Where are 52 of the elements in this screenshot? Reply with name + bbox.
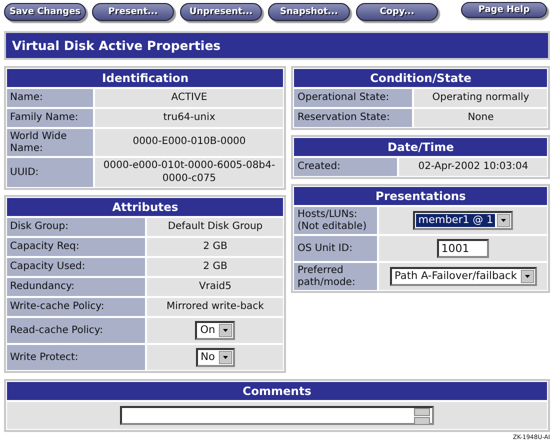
dropdown[interactable]: Path A-Failover/failback	[390, 266, 537, 286]
field-label: Reservation State:	[294, 109, 414, 127]
field-label: Created:	[294, 158, 400, 176]
field-value: Vraid5	[198, 280, 232, 294]
field-label: Operational State:	[294, 89, 414, 107]
toolbar-button[interactable]: Present...	[92, 3, 174, 21]
field-value: 2 GB	[203, 240, 228, 254]
field-label: Family Name:	[7, 109, 95, 127]
field-label: Disk Group:	[7, 218, 147, 236]
field-value: 0000-E000-010B-0000	[132, 136, 246, 149]
comments-field[interactable]	[120, 406, 434, 426]
caret-icon	[219, 324, 232, 338]
section-header: Attributes	[7, 198, 284, 216]
toolbar-button[interactable]: Snapshot...	[268, 3, 350, 21]
field-label: OS Unit ID:	[294, 236, 380, 261]
field-label: Capacity Req:	[7, 238, 147, 256]
section-header: Presentations	[294, 187, 547, 205]
field-label: Name:	[7, 89, 95, 107]
toolbar-button[interactable]: Copy...	[356, 3, 438, 21]
field-label: Write Protect:	[7, 345, 147, 370]
field-label: Redundancy:	[7, 278, 147, 296]
field-value: None	[468, 112, 494, 124]
field-label: World Wide Name:	[7, 129, 95, 156]
dropdown[interactable]: No	[196, 348, 235, 368]
field-value: 02-Apr-2002 10:03:04	[418, 160, 528, 174]
field-value: Operating normally	[432, 92, 530, 104]
field-label: Capacity Used:	[7, 258, 147, 276]
section-header: Condition/State	[294, 69, 547, 87]
field-value: Default Disk Group	[168, 220, 263, 234]
input-field[interactable]: 1001	[437, 239, 490, 258]
field-label: Hosts/LUNs: (Not editable)	[294, 207, 380, 234]
toolbar-button[interactable]: Save Changes	[4, 3, 86, 21]
section-header: Identification	[7, 69, 284, 87]
field-label: UUID:	[7, 158, 95, 187]
field-label: Write-cache Policy:	[7, 298, 147, 316]
field-value: 0000-e000-010t-0000-6005-08b4-0000-c075	[102, 160, 276, 185]
field-label: Preferred path/mode:	[294, 263, 380, 290]
caret-icon	[497, 214, 510, 227]
dropdown[interactable]: member1 @ 1	[413, 210, 514, 230]
field-value: 2 GB	[203, 260, 228, 274]
caret-icon	[520, 270, 534, 283]
field-value: ACTIVE	[171, 92, 208, 104]
field-value: tru64-unix	[163, 112, 216, 124]
toolbar-button[interactable]: Unpresent...	[180, 3, 262, 21]
section-header: Comments	[7, 382, 547, 400]
field-value: Mirrored write-back	[166, 300, 264, 314]
caret-icon	[218, 351, 232, 364]
dropdown[interactable]: On	[195, 321, 236, 340]
field-label: Read-cache Policy:	[7, 318, 147, 344]
section-header: Date/Time	[294, 138, 547, 156]
page-title: Virtual Disk Active Properties	[4, 31, 550, 60]
page-help-button[interactable]: Page Help	[461, 2, 547, 18]
